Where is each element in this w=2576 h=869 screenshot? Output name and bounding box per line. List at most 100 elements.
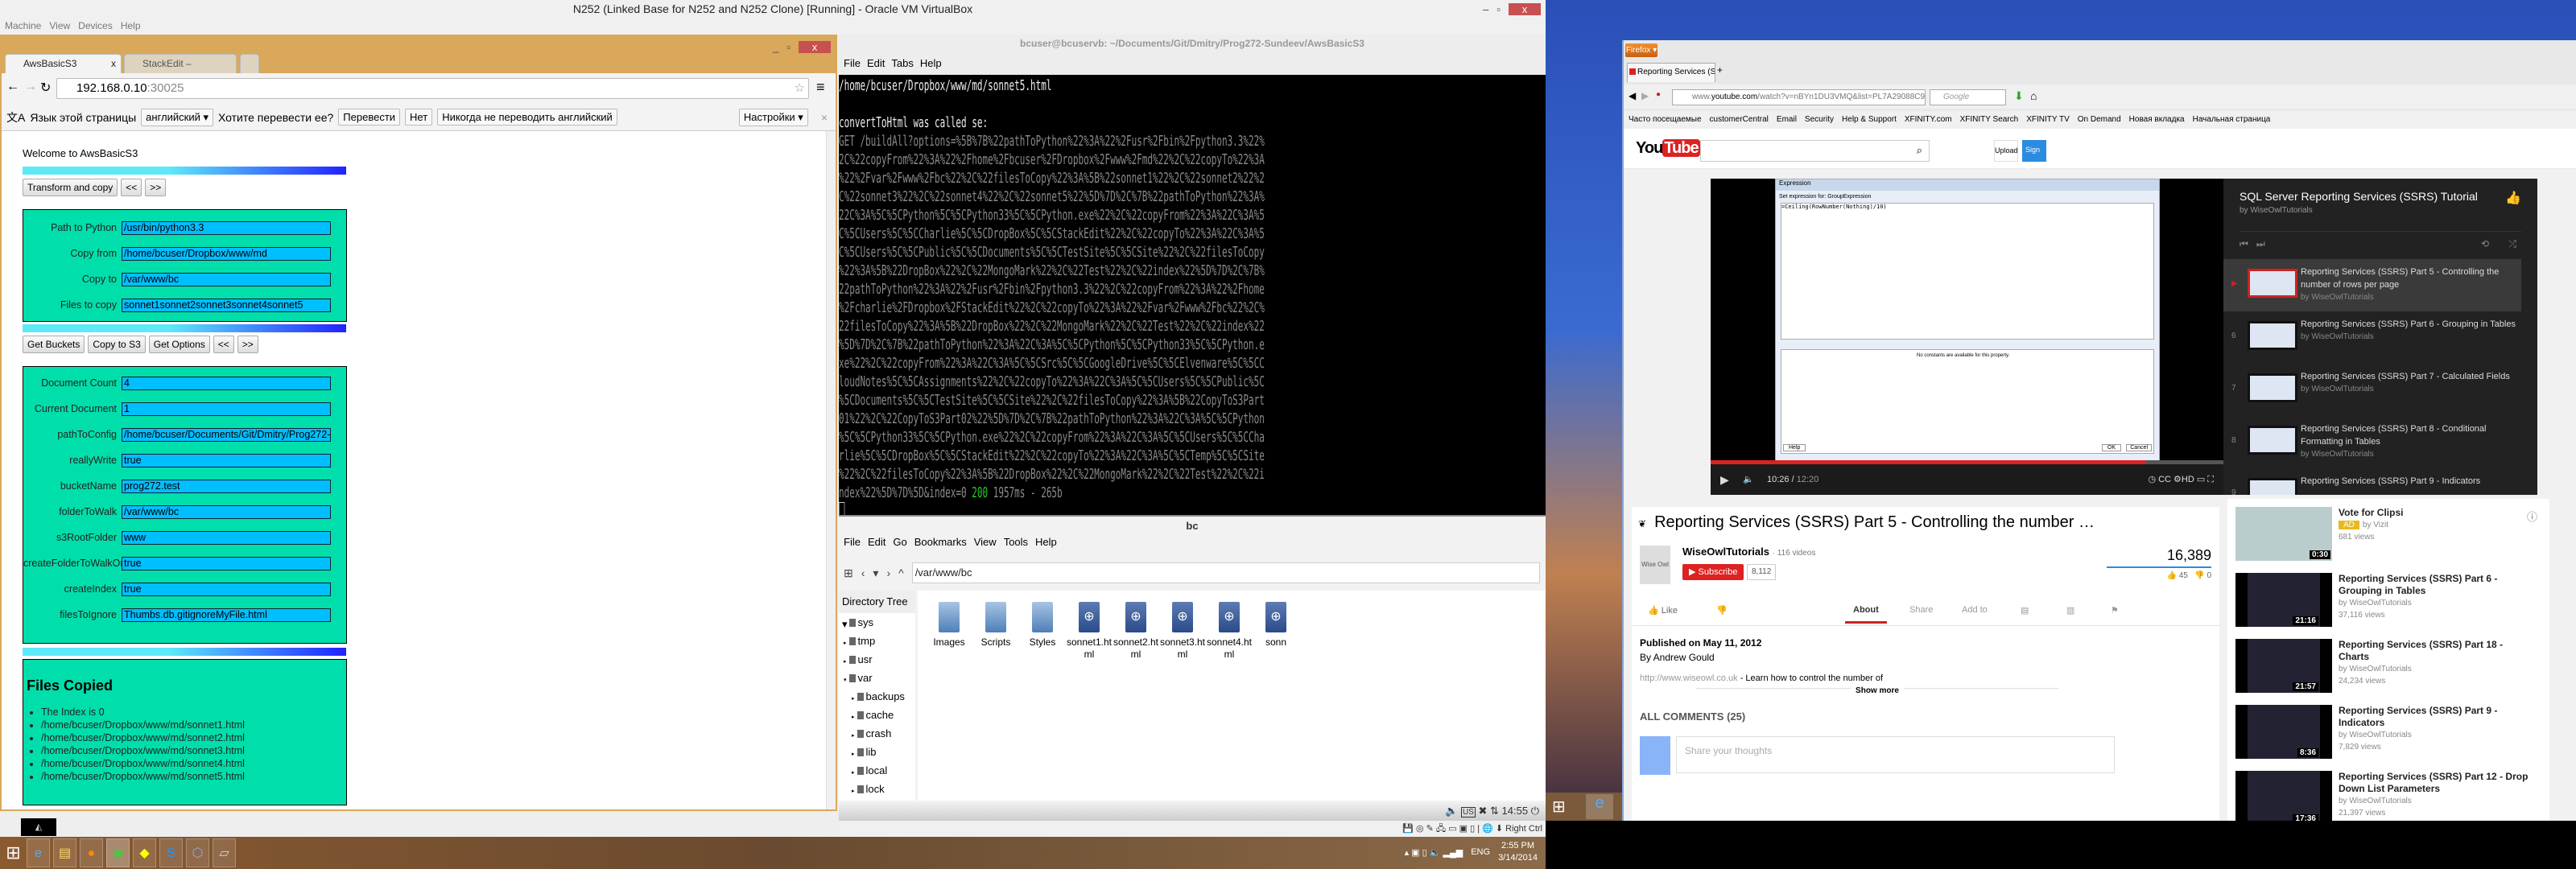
field-input[interactable]: /usr/bin/python3.3 [122,220,331,235]
collapsed-icon[interactable]: ▸ [844,622,847,628]
forward-icon[interactable]: › [886,566,890,579]
prev-button[interactable]: << [121,179,142,196]
collapsed-icon[interactable]: ▸ [852,789,855,794]
tree-item[interactable]: ▾ var [839,669,915,687]
back-icon[interactable]: ← [6,80,19,94]
field-input[interactable]: prog272.test [122,479,331,493]
upload-button[interactable]: Upload [1994,140,2018,162]
close-translate-icon[interactable]: × [821,111,828,124]
collapsed-icon[interactable]: ▸ [852,696,855,702]
minimize-button[interactable]: _ [773,41,778,53]
hidden-panel-tab[interactable]: ◭ [21,818,56,836]
transform-and-copy-button[interactable]: Transform and copy [23,179,118,196]
taskbar-explorer-icon[interactable]: ▤ [53,838,76,867]
settings-button[interactable]: Настройки ▾ [738,108,808,126]
power-icon[interactable]: ⏻ [1531,805,1539,817]
next-icon[interactable]: ⏭ [2256,238,2265,249]
up-icon[interactable]: ^ [898,566,904,579]
related-video[interactable]: 21:16 Reporting Services (SSRS) Part 6 - … [2235,573,2549,639]
file-item[interactable]: Images [926,602,972,649]
tree-item[interactable]: ▸ local [839,761,915,780]
address-bar[interactable]: 192.168.0.10:30025 ☆ [56,78,809,99]
device-status-icons[interactable]: 💾 ◎ ✎ 🖧 ▭ ▣ ▯ | 🌐 ⬇ [1402,824,1505,834]
no-button[interactable]: Нет [405,109,433,126]
tree-item[interactable]: ▸ crash [839,724,915,743]
close-button[interactable]: x [799,40,831,53]
file-item[interactable]: ⊕ sonnet3.html [1159,602,1206,661]
expanded-icon[interactable]: ▾ [844,677,847,683]
start-button[interactable]: ⊞ [2,838,25,867]
reload-icon[interactable]: ↻ [40,80,51,96]
menu-tools[interactable]: Tools [1004,536,1028,548]
translate-button[interactable]: Перевести [338,109,401,126]
tab-awsbasics3[interactable]: AwsBasicS3 x [5,54,122,73]
transcript-icon[interactable]: ▤ [2021,605,2029,616]
menu-file[interactable]: File [844,57,861,69]
file-item[interactable]: ⊕ sonn [1253,602,1299,649]
next-button[interactable]: >> [145,179,167,196]
file-item[interactable]: ⊕ sonnet4.html [1206,602,1253,661]
tree-item[interactable]: ▸ usr [839,650,915,669]
terminal-output[interactable]: /home/bcuser/Dropbox/www/md/sonnet5.html… [839,76,1546,515]
tab-about[interactable]: About [1845,605,1887,624]
collapsed-icon[interactable]: ▸ [852,715,855,720]
addon-icon[interactable]: ● [1656,90,1661,99]
start-button[interactable]: ⊞ [1552,797,1566,817]
ad-info-icon[interactable]: ⓘ [2527,509,2537,524]
menu-edit[interactable]: Edit [867,57,885,69]
menu-edit[interactable]: Edit [868,536,886,548]
playlist-item[interactable]: 9 Reporting Services (SSRS) Part 9 - Indi… [2223,468,2521,495]
tree-item[interactable]: ▸ lib [839,743,915,761]
menu-help[interactable]: Help [920,57,942,69]
field-input[interactable]: www [122,530,331,545]
like-playlist-icon[interactable]: 👍 [2505,190,2521,206]
menu-icon[interactable]: ≡ [816,79,825,96]
language-select[interactable]: английский ▾ [141,108,213,126]
download-icon[interactable]: ⬇ [2014,89,2024,103]
field-input[interactable]: true [122,556,331,570]
forward-icon[interactable]: ▶ [1641,90,1649,101]
tab-stackedit[interactable]: StackEdit – Sonnet5.mdx [124,54,237,87]
menu-machine[interactable]: Machine [5,20,41,31]
search-icon[interactable]: ⌕ [1917,144,1922,157]
forward-icon[interactable]: → [24,80,37,94]
file-item[interactable]: ⊕ sonnet2.html [1113,602,1159,661]
path-input[interactable]: /var/www/bc [911,562,1540,583]
history-icon[interactable]: ▾ [873,566,878,580]
back-icon[interactable]: ‹ [861,566,865,579]
playlist-owner[interactable]: by WiseOwlTutorials [2240,206,2313,215]
file-item[interactable]: Styles [1019,602,1066,649]
tab-add-to[interactable]: Add to [1962,605,1988,615]
field-input[interactable]: /var/www/bc [122,505,331,519]
get-options-button[interactable]: Get Options [148,336,210,353]
copy-to-s3-button[interactable]: Copy to S3 [88,336,146,353]
next-button[interactable]: >> [237,336,258,353]
taskbar-notepad-icon[interactable]: ▱ [213,838,236,867]
get-buckets-button[interactable]: Get Buckets [23,336,85,353]
prev-button[interactable]: << [213,336,234,353]
loop-icon[interactable]: ⟲ [2481,238,2489,249]
language-indicator[interactable]: ENG [1471,847,1490,857]
playlist-item[interactable]: ▶ Reporting Services (SSRS) Part 5 - Cont… [2223,259,2521,311]
volume-icon[interactable]: 🔈 [1743,464,1754,495]
channel-name[interactable]: WiseOwlTutorials [1682,546,1769,558]
field-input[interactable]: /home/bcuser/Dropbox/www/md [122,246,331,261]
star-icon[interactable]: ☆ [795,79,805,98]
sign-in-button[interactable]: Sign in [2022,140,2046,174]
url-bar[interactable]: www.youtube.com/watch?v=nBYn1DU3VMQ&list… [1672,89,1926,105]
tree-item[interactable]: ▸ cache [839,706,915,724]
field-input[interactable]: sonnet1sonnet2sonnet3sonnet4sonnet5 [122,298,331,312]
close-button[interactable]: x [1509,2,1541,15]
firefox-menu-button[interactable]: Firefox ▾ [1625,43,1657,57]
report-flag-icon[interactable]: ⚑ [2111,605,2119,616]
tray-clock[interactable]: 2:55 PM 3/14/2014 [1498,840,1538,864]
bookmark-item[interactable]: Часто посещаемые [1629,111,1702,129]
bookmark-item[interactable]: customerCentral [1710,111,1769,129]
menu-devices[interactable]: Devices [78,20,113,31]
show-more[interactable]: Show more [1696,686,2058,701]
menu-help[interactable]: Help [1035,536,1057,548]
taskbar-skype-icon[interactable]: S [159,838,183,867]
tab-youtube[interactable]: Reporting Services (SSRS) Part 5 - Contr… [1627,63,1715,82]
shuffle-icon[interactable]: ⤮ [2508,238,2516,250]
related-video[interactable]: 8:36 Reporting Services (SSRS) Part 9 - I… [2235,705,2549,771]
